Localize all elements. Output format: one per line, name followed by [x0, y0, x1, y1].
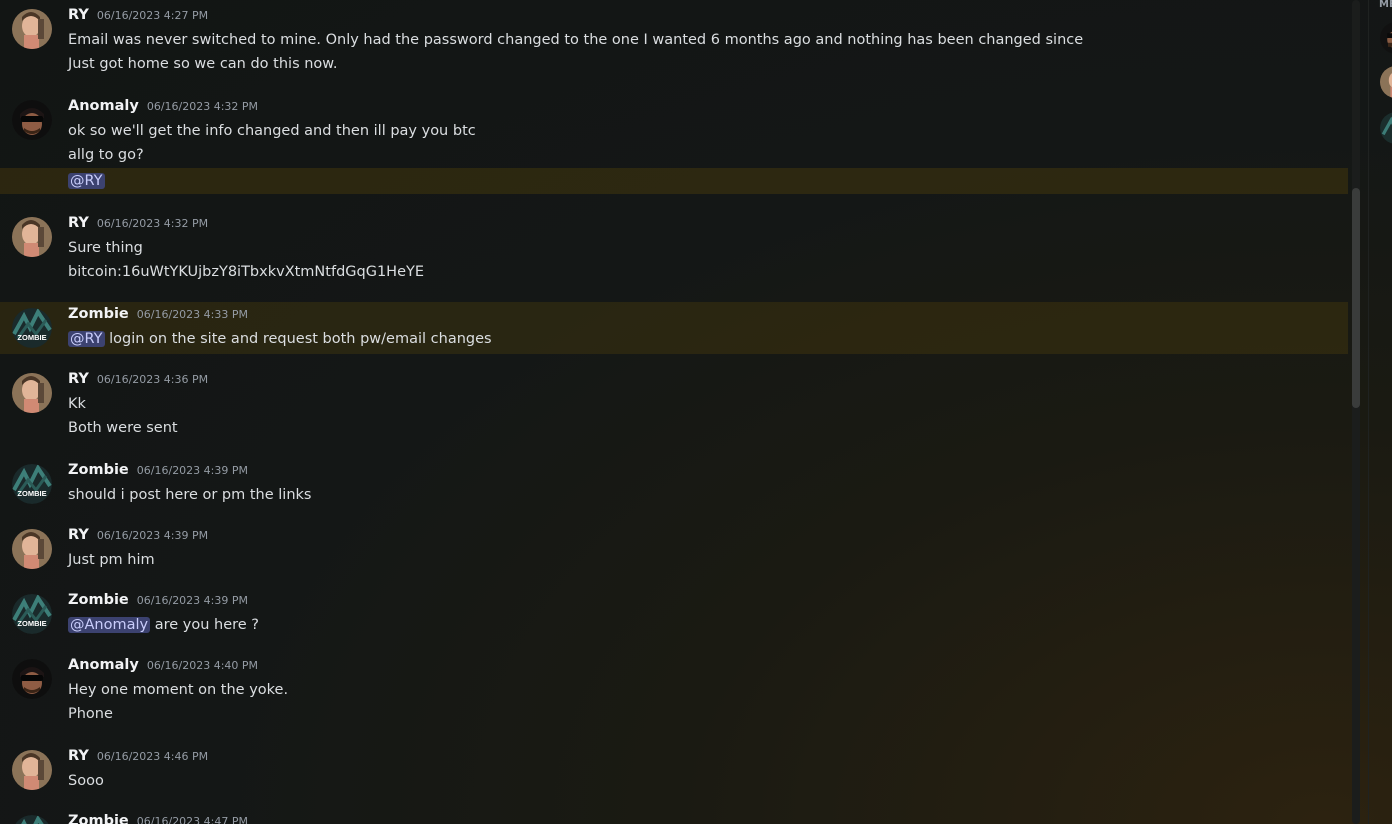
message-header: Zombie 06/16/2023 4:39 PM [68, 462, 1348, 484]
username[interactable]: Anomaly [68, 657, 139, 673]
svg-text:ZOMBIE: ZOMBIE [17, 333, 46, 342]
username[interactable]: Zombie [68, 813, 129, 824]
username[interactable]: RY [68, 7, 89, 23]
timestamp: 06/16/2023 4:47 PM [136, 815, 249, 824]
avatar[interactable] [12, 529, 52, 569]
message-content: should i post here or pm the links [68, 487, 312, 503]
message-content: Hey one moment on the yoke. [68, 682, 289, 698]
message-group[interactable]: RY 06/16/2023 4:32 PM Sure thing bitcoin:16… [0, 215, 1348, 285]
avatar[interactable]: ZOMBIE [12, 464, 52, 504]
member-avatar-ry[interactable] [1380, 66, 1392, 98]
scrollbar-thumb[interactable] [1352, 188, 1360, 408]
avatar[interactable]: ZOMBIE [12, 815, 52, 824]
message-header: RY 06/16/2023 4:36 PM [68, 371, 1348, 393]
timestamp: 06/16/2023 4:46 PM [96, 750, 209, 763]
message-content: Just pm him [68, 552, 155, 568]
avatar[interactable] [12, 9, 52, 49]
message-content: @RY login on the site and request both p… [68, 331, 492, 347]
avatar[interactable] [12, 217, 52, 257]
message-content: Email was never switched to mine. Only h… [68, 32, 1084, 48]
member-avatar-anomaly[interactable] [1380, 22, 1392, 54]
user-mention[interactable]: @Anomaly [68, 617, 151, 633]
username[interactable]: RY [68, 215, 89, 231]
username[interactable]: RY [68, 748, 89, 764]
username[interactable]: RY [68, 527, 89, 543]
user-mention[interactable]: @RY [68, 173, 105, 189]
message-content: Sooo [68, 773, 104, 789]
timestamp: 06/16/2023 4:32 PM [96, 217, 209, 230]
svg-text:ZOMBIE: ZOMBIE [17, 619, 46, 628]
message-group[interactable]: ZOMBIE Zombie 06/16/2023 4:47 PM [0, 813, 1348, 824]
avatar[interactable]: ZOMBIE [12, 594, 52, 634]
member-list-header: ME [1379, 0, 1392, 10]
message-content: Kk [68, 396, 86, 412]
message-group[interactable]: ZOMBIE Zombie 06/16/2023 4:33 PM @RY login … [0, 302, 1348, 354]
message-content: Just got home so we can do this now. [68, 56, 338, 72]
message-content: Both were sent [68, 420, 178, 436]
avatar[interactable]: ZOMBIE [12, 308, 52, 348]
message-content: Phone [68, 706, 113, 722]
scrollbar-track[interactable] [1352, 0, 1360, 824]
member-list-panel: ME [1369, 0, 1392, 824]
timestamp: 06/16/2023 4:39 PM [96, 529, 209, 542]
message-group[interactable]: RY 06/16/2023 4:46 PM Sooo [0, 748, 1348, 792]
timestamp: 06/16/2023 4:40 PM [146, 659, 259, 672]
username[interactable]: Zombie [68, 592, 129, 608]
message-header: Zombie 06/16/2023 4:47 PM [68, 813, 1348, 824]
user-mention[interactable]: @RY [68, 331, 105, 347]
message-header: RY 06/16/2023 4:46 PM [68, 748, 1348, 770]
message-header: Zombie 06/16/2023 4:33 PM [68, 306, 1348, 328]
message-group[interactable]: RY 06/16/2023 4:36 PM Kk Both were sent [0, 371, 1348, 441]
avatar[interactable] [12, 373, 52, 413]
avatar[interactable] [12, 659, 52, 699]
message-header: RY 06/16/2023 4:39 PM [68, 527, 1348, 549]
message-header: Anomaly 06/16/2023 4:40 PM [68, 657, 1348, 679]
message-content: Sure thing [68, 240, 143, 256]
message-content: ok so we'll get the info changed and the… [68, 123, 476, 139]
message-group[interactable]: RY 06/16/2023 4:27 PM Email was never swit… [0, 7, 1348, 77]
message-group[interactable]: ZOMBIE Zombie 06/16/2023 4:39 PM should i p… [0, 462, 1348, 506]
username[interactable]: Zombie [68, 462, 129, 478]
chat-message-list[interactable]: RY 06/16/2023 4:27 PM Email was never swit… [0, 0, 1348, 824]
timestamp: 06/16/2023 4:39 PM [136, 594, 249, 607]
message-content: allg to go? [68, 147, 144, 163]
message-group[interactable]: ZOMBIE Zombie 06/16/2023 4:39 PM @Anomaly a… [0, 592, 1348, 636]
message-group[interactable]: Anomaly 06/16/2023 4:32 PM ok so we'll get… [0, 98, 1348, 194]
avatar[interactable] [12, 750, 52, 790]
message-group[interactable]: Anomaly 06/16/2023 4:40 PM Hey one moment … [0, 657, 1348, 727]
message-content: bitcoin:16uWtYKUjbzY8iTbxkvXtmNtfdGqG1He… [68, 264, 425, 280]
timestamp: 06/16/2023 4:33 PM [136, 308, 249, 321]
message-content: @Anomaly are you here ? [68, 617, 260, 633]
svg-text:ZOMBIE: ZOMBIE [17, 489, 46, 498]
message-header: Anomaly 06/16/2023 4:32 PM [68, 98, 1348, 120]
message-group[interactable]: RY 06/16/2023 4:39 PM Just pm him [0, 527, 1348, 571]
message-content: @RY [0, 168, 1348, 194]
member-avatar-zombie[interactable] [1380, 112, 1392, 144]
timestamp: 06/16/2023 4:32 PM [146, 100, 259, 113]
username[interactable]: RY [68, 371, 89, 387]
timestamp: 06/16/2023 4:27 PM [96, 9, 209, 22]
message-header: RY 06/16/2023 4:32 PM [68, 215, 1348, 237]
message-header: RY 06/16/2023 4:27 PM [68, 7, 1348, 29]
timestamp: 06/16/2023 4:36 PM [96, 373, 209, 386]
message-header: Zombie 06/16/2023 4:39 PM [68, 592, 1348, 614]
username[interactable]: Anomaly [68, 98, 139, 114]
username[interactable]: Zombie [68, 306, 129, 322]
avatar[interactable] [12, 100, 52, 140]
timestamp: 06/16/2023 4:39 PM [136, 464, 249, 477]
